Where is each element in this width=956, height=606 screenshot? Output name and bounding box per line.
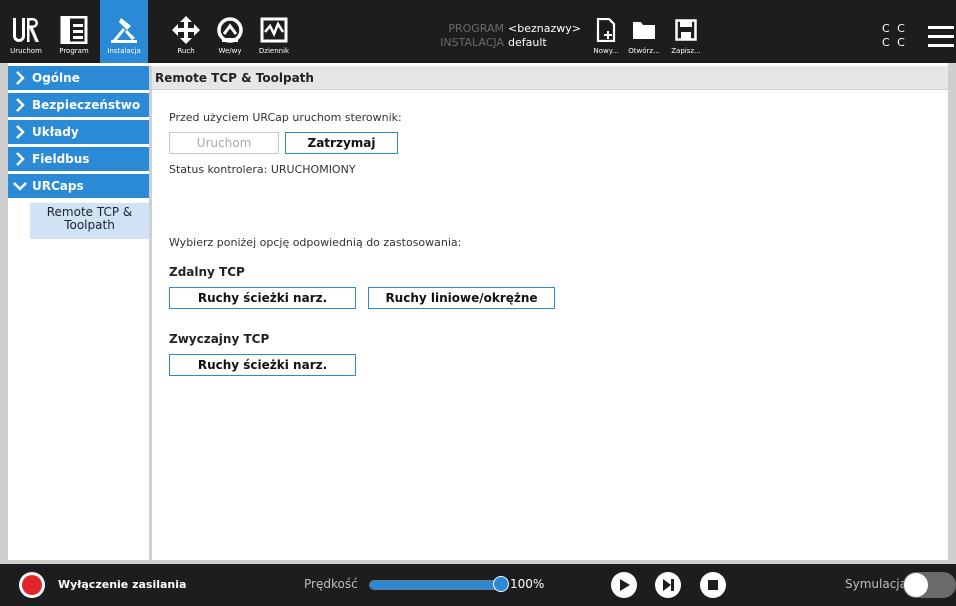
top-bar: Uruchom Program Instalacja Ruch We/wy Dz…	[0, 0, 956, 63]
sidebar-item-label: Ogólne	[32, 71, 80, 85]
chevron-right-icon	[8, 98, 32, 112]
sidebar-item-general[interactable]: Ogólne	[8, 66, 149, 90]
speed-slider-handle[interactable]	[493, 576, 509, 592]
move-icon	[171, 15, 201, 45]
save-icon	[675, 15, 697, 45]
remote-tcp-heading: Zdalny TCP	[169, 265, 245, 279]
tab-program[interactable]: Program	[48, 0, 100, 63]
remote-toolpath-button[interactable]: Ruchy ścieżki narz.	[169, 287, 356, 309]
step-icon	[663, 579, 674, 591]
speed-slider[interactable]	[369, 580, 505, 590]
chevron-right-icon	[8, 125, 32, 139]
play-icon	[620, 579, 630, 591]
new-button[interactable]: Nowy...	[588, 0, 624, 63]
tab-move-label: Ruch	[177, 47, 195, 55]
tab-log-label: Dziennik	[258, 47, 290, 55]
sidebar-item-systems[interactable]: Układy	[8, 120, 149, 144]
play-button[interactable]	[611, 572, 637, 598]
step-button[interactable]	[655, 572, 681, 598]
tab-run[interactable]: Uruchom	[4, 0, 48, 63]
tab-program-label: Program	[59, 47, 89, 55]
program-name: <beznazwy>	[508, 22, 581, 35]
tab-io-label: We/wy	[218, 47, 242, 55]
new-file-icon	[595, 15, 617, 45]
program-info: PROGRAM <beznazwy> INSTALACJA default	[440, 22, 581, 50]
folder-icon	[632, 15, 656, 45]
tab-installation-label: Instalacja	[107, 47, 141, 55]
status-row-1: C C	[882, 22, 907, 35]
chevron-right-icon	[8, 152, 32, 166]
tab-log[interactable]: Dziennik	[254, 0, 294, 63]
installation-name: default	[508, 36, 547, 49]
simulation-toggle-knob	[904, 573, 928, 597]
chevron-down-icon	[8, 181, 32, 191]
remote-linear-circular-button[interactable]: Ruchy liniowe/okrężne	[368, 287, 555, 309]
sidebar-item-label: Bezpieczeństwo	[32, 98, 141, 112]
new-label: Nowy...	[593, 47, 619, 55]
power-label: Wyłączenie zasilania	[58, 578, 187, 591]
choose-option-text: Wybierz poniżej opcję odpowiednią do zas…	[169, 236, 462, 249]
chevron-right-icon	[8, 71, 32, 85]
tab-run-label: Uruchom	[10, 47, 42, 55]
save-label: Zapisz...	[671, 47, 701, 55]
open-button[interactable]: Otwórz...	[624, 0, 664, 63]
sidebar-item-label: URCaps	[32, 179, 84, 193]
tab-move[interactable]: Ruch	[166, 0, 206, 63]
program-key: PROGRAM	[448, 22, 504, 35]
sidebar-item-urcaps[interactable]: URCaps	[8, 174, 149, 198]
hamburger-menu-icon[interactable]	[928, 26, 954, 48]
power-status-icon	[22, 575, 42, 595]
save-button[interactable]: Zapisz...	[666, 0, 706, 63]
sidebar-subitem-remote-tcp[interactable]: Remote TCP & Toolpath	[30, 203, 149, 239]
sidebar-item-fieldbus[interactable]: Fieldbus	[8, 147, 149, 171]
status-row-2: C C	[882, 36, 907, 49]
stop-button[interactable]: Zatrzymaj	[285, 132, 398, 154]
log-icon	[259, 15, 289, 45]
intro-text: Przed użyciem URCap uruchom sterownik:	[169, 111, 402, 124]
regular-tcp-heading: Zwyczajny TCP	[169, 332, 270, 346]
simulation-toggle[interactable]	[903, 572, 956, 598]
speed-label: Prędkość	[304, 577, 358, 591]
installation-key: INSTALACJA	[440, 36, 504, 49]
program-icon	[59, 15, 89, 45]
open-label: Otwórz...	[628, 47, 660, 55]
frame-left	[0, 63, 8, 563]
io-icon	[215, 15, 245, 45]
speed-slider-fill	[370, 581, 504, 589]
speed-value: 100%	[510, 577, 545, 591]
stop-program-button[interactable]	[700, 572, 726, 598]
ur-logo-icon	[11, 15, 41, 45]
frame-right	[948, 63, 956, 563]
simulation-label: Symulacja	[845, 577, 907, 591]
tab-installation[interactable]: Instalacja	[100, 0, 148, 63]
page-title: Remote TCP & Toolpath	[152, 66, 948, 90]
status-indicator: C C C C	[882, 22, 907, 50]
start-button[interactable]: Uruchom	[169, 132, 279, 154]
regular-toolpath-button[interactable]: Ruchy ścieżki narz.	[169, 354, 356, 376]
power-button[interactable]	[19, 572, 45, 598]
sidebar-item-safety[interactable]: Bezpieczeństwo	[8, 93, 149, 117]
bottom-bar: Wyłączenie zasilania Prędkość 100% Symul…	[0, 564, 956, 606]
stop-icon	[708, 580, 718, 590]
sidebar: Ogólne Bezpieczeństwo Układy Fieldbus UR…	[8, 66, 149, 560]
main-panel: Remote TCP & Toolpath Przed użyciem URCa…	[152, 66, 948, 560]
sidebar-item-label: Układy	[32, 125, 79, 139]
tab-io[interactable]: We/wy	[210, 0, 250, 63]
controller-status: Status kontrolera: URUCHOMIONY	[169, 163, 356, 176]
installation-icon	[109, 15, 139, 45]
sidebar-item-label: Fieldbus	[32, 152, 90, 166]
